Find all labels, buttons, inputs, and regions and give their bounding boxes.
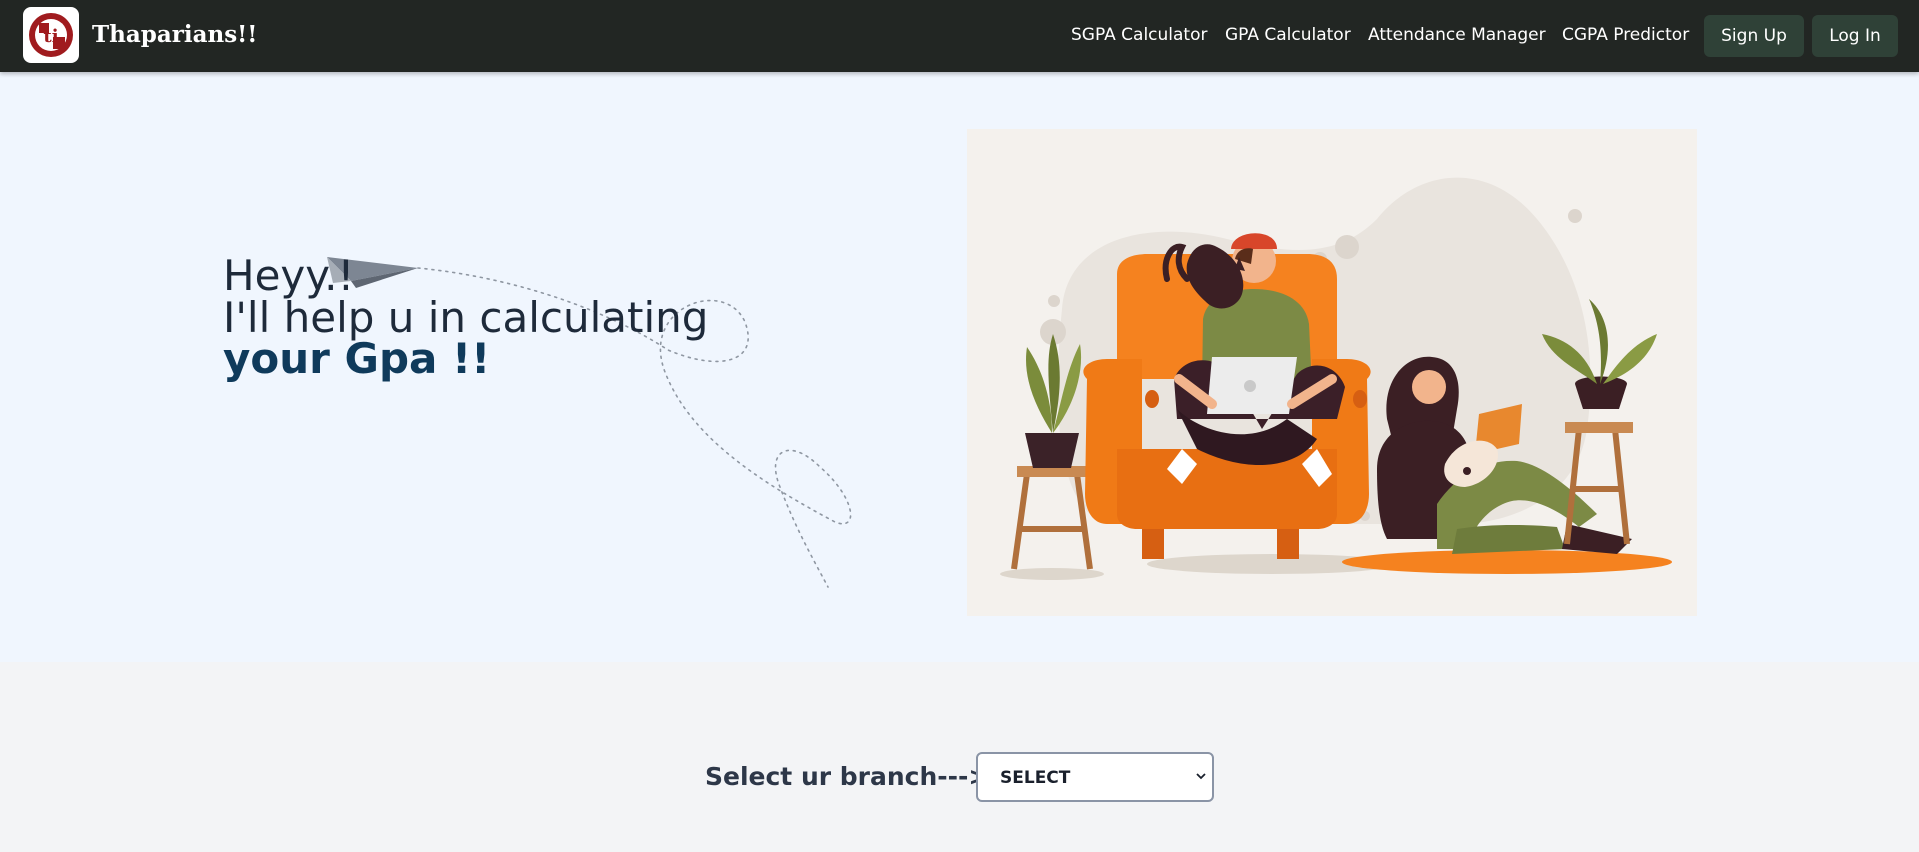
hero-section: Heyy.! I'll help u in calculating your G… bbox=[0, 72, 1919, 662]
signup-button[interactable]: Sign Up bbox=[1704, 15, 1804, 57]
navbar: ti Thaparians!! SGPA Calculator GPA Calc… bbox=[0, 0, 1919, 72]
hero-illustration bbox=[967, 129, 1697, 616]
nav-gpa-calculator[interactable]: GPA Calculator bbox=[1225, 24, 1351, 46]
nav-cgpa-predictor[interactable]: CGPA Predictor bbox=[1562, 24, 1689, 46]
brand-title[interactable]: Thaparians!! bbox=[92, 20, 257, 50]
branch-label: Select ur branch---> bbox=[705, 762, 990, 791]
nav-attendance-manager[interactable]: Attendance Manager bbox=[1368, 24, 1546, 46]
logo-text: ti bbox=[43, 26, 58, 47]
hero-highlight: your Gpa !! bbox=[223, 334, 491, 383]
chevron-down-icon bbox=[1196, 773, 1206, 780]
hero-greeting: Heyy.! bbox=[223, 251, 355, 300]
branch-select-value: SELECT bbox=[1000, 768, 1071, 788]
branch-select[interactable]: SELECT bbox=[976, 752, 1214, 802]
logo-icon[interactable]: ti bbox=[23, 7, 79, 63]
login-button[interactable]: Log In bbox=[1812, 15, 1898, 57]
hero-subtitle: I'll help u in calculating bbox=[223, 293, 709, 342]
nav-sgpa-calculator[interactable]: SGPA Calculator bbox=[1071, 24, 1208, 46]
